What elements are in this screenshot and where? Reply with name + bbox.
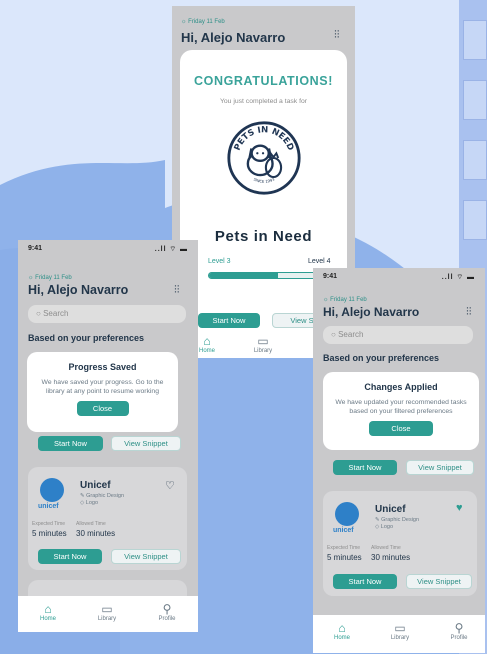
status-bar: 9:41 ..ll ⌔ ▬ (28, 245, 188, 253)
level-progress-fill (209, 273, 278, 278)
org-name: Unicef (375, 504, 406, 515)
view-snippet-button[interactable]: View Snippet (406, 460, 474, 475)
start-now-button[interactable]: Start Now (333, 574, 397, 589)
progress-saved-phone: 9:41 ..ll ⌔ ▬ ☼ Friday 11 Feb Hi, Alejo … (18, 240, 198, 632)
allowed-time-label: Allowed Time (371, 545, 401, 551)
bottom-nav: ⌂ Home ▭ Library ⚲ Profile (313, 615, 485, 653)
pets-in-need-logo: PETS IN NEED SINCE 1993 (227, 121, 301, 195)
decor-cell (463, 140, 487, 180)
search-input[interactable]: ○ Search (323, 326, 473, 344)
unicef-card[interactable]: unicef Unicef ✎ Graphic Design ◇ Logo ♡ … (28, 467, 187, 570)
expected-time-label: Expected Time (327, 545, 361, 551)
level-next: Level 4 (308, 258, 331, 265)
close-button[interactable]: Close (76, 401, 129, 417)
changes-applied-phone: 9:41 ..ll ⌔ ▬ ☼ Friday 11 Feb Hi, Alejo … (313, 268, 485, 653)
home-icon: ⌂ (338, 621, 346, 635)
person-icon: ⚲ (162, 602, 172, 616)
start-now-button[interactable]: Start Now (333, 460, 397, 475)
allowed-time-value: 30 minutes (371, 553, 411, 562)
search-icon: ○ (331, 330, 336, 339)
view-snippet-button[interactable]: View Snippet (111, 549, 181, 564)
filter-icon[interactable]: ⫶⫶ (334, 29, 340, 42)
greeting: Hi, Alejo Navarro (323, 305, 420, 319)
date-line: ☼ Friday 11 Feb (181, 19, 225, 25)
heart-filled-icon[interactable]: ♥ (456, 502, 463, 514)
modal-body: We have updated your recommended tasks b… (335, 399, 467, 416)
status-icons: ..ll ⌔ ▬ (441, 274, 475, 281)
greeting: Hi, Alejo Navarro (28, 283, 129, 297)
nav-library[interactable]: ▭ Library (238, 334, 288, 354)
tag-logo: ◇ Logo (375, 524, 394, 530)
date-line: ☼ Friday 11 Feb (323, 297, 367, 303)
org-name: Unicef (80, 480, 111, 491)
decor-cell (463, 80, 487, 120)
view-snippet-button[interactable]: View Snippet (111, 436, 181, 451)
decor-cell (463, 200, 487, 240)
unicef-logo-text: unicef (333, 527, 354, 534)
home-icon: ⌂ (44, 602, 52, 616)
expected-time-value: 5 minutes (327, 553, 362, 562)
heart-outline-icon[interactable]: ♡ (165, 479, 175, 492)
org-name: Pets in Need (214, 228, 313, 245)
modal-title: Progress Saved (68, 362, 137, 372)
book-icon: ▭ (101, 602, 113, 616)
close-button[interactable]: Close (369, 421, 433, 437)
expected-time-label: Expected Time (32, 521, 66, 527)
level-current: Level 3 (208, 258, 231, 265)
sun-icon: ☼ (28, 275, 34, 281)
book-icon: ▭ (394, 621, 406, 635)
view-snippet-button[interactable]: View Snippet (406, 574, 472, 589)
congrats-title: CONGRATULATIONS! (194, 74, 333, 88)
search-icon: ○ (36, 309, 41, 318)
nav-home[interactable]: ⌂ Home (23, 602, 73, 622)
greeting: Hi, Alejo Navarro (181, 30, 286, 45)
nav-home[interactable]: ⌂ Home (317, 621, 367, 641)
unicef-logo (335, 502, 359, 526)
filter-icon[interactable]: ⫶⫶ (174, 284, 180, 297)
sun-icon: ☼ (323, 297, 329, 303)
unicef-logo-text: unicef (38, 503, 59, 510)
unicef-logo (40, 478, 64, 502)
start-now-button[interactable]: Start Now (198, 313, 260, 328)
nav-library[interactable]: ▭ Library (375, 621, 425, 641)
filter-icon[interactable]: ⫶⫶ (466, 306, 472, 319)
modal-body: We have saved your progress. Go to the l… (41, 379, 164, 396)
start-now-button[interactable]: Start Now (38, 549, 102, 564)
nav-profile[interactable]: ⚲ Profile (434, 621, 484, 641)
preferences-title: Based on your preferences (323, 353, 440, 363)
expected-time-value: 5 minutes (32, 529, 67, 538)
nav-library[interactable]: ▭ Library (82, 602, 132, 622)
status-icons: ..ll ⌔ ▬ (154, 246, 188, 253)
person-icon: ⚲ (454, 621, 464, 635)
tag-logo: ◇ Logo (80, 500, 99, 506)
tag-graphic-design: ✎ Graphic Design (80, 493, 125, 499)
tag-graphic-design: ✎ Graphic Design (375, 517, 420, 523)
nav-profile[interactable]: ⚲ Profile (142, 602, 192, 622)
status-bar: 9:41 ..ll ⌔ ▬ (323, 273, 475, 281)
allowed-time-value: 30 minutes (76, 529, 116, 538)
date-line: ☼ Friday 11 Feb (28, 275, 72, 281)
preferences-title: Based on your preferences (28, 333, 145, 343)
sun-icon: ☼ (181, 19, 187, 25)
bottom-nav: ⌂ Home ▭ Library ⚲ Profile (18, 596, 198, 632)
congrats-subtitle: You just completed a task for (219, 98, 308, 105)
allowed-time-label: Allowed Time (76, 521, 106, 527)
changes-applied-modal: Changes Applied We have updated your rec… (323, 372, 479, 450)
modal-title: Changes Applied (364, 382, 438, 392)
progress-saved-modal: Progress Saved We have saved your progre… (27, 352, 178, 432)
search-input[interactable]: ○ Search (28, 305, 186, 323)
book-icon: ▭ (257, 334, 269, 348)
decor-cell (463, 20, 487, 60)
start-now-button[interactable]: Start Now (38, 436, 103, 451)
unicef-card[interactable]: unicef Unicef ✎ Graphic Design ◇ Logo ♥ … (323, 491, 477, 596)
